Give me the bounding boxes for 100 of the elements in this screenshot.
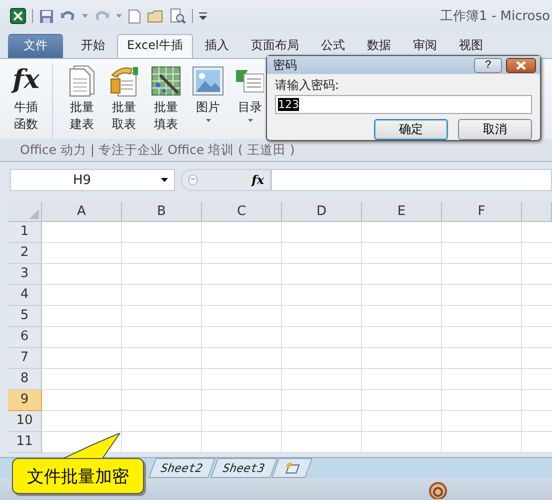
close-button[interactable] [506,58,536,72]
sheet-tab[interactable]: Sheet2 [148,458,216,478]
grid-cell[interactable] [362,243,442,264]
grid-cell[interactable] [442,222,522,243]
grid-cell[interactable] [42,306,122,327]
formula-input[interactable] [271,169,552,191]
grid-cell[interactable] [202,369,282,390]
grid-cell[interactable] [362,390,442,411]
column-header[interactable]: D [282,202,362,222]
grid-cell[interactable] [202,411,282,432]
save-icon[interactable] [39,8,54,24]
grid-cell[interactable] [282,327,362,348]
ribbon-tab[interactable]: 审阅 [402,34,447,58]
grid-cell[interactable] [42,285,122,306]
grid-cell[interactable] [282,390,362,411]
grid-cell[interactable] [442,327,522,348]
ribbon-tab[interactable]: 文件 [8,34,63,58]
grid-cell[interactable] [122,306,202,327]
dialog-button[interactable]: 确定 [374,119,448,140]
ribbon-tab[interactable]: 数据 [356,34,401,58]
grid-cell[interactable] [442,390,522,411]
grid-cell[interactable] [282,432,362,453]
grid-cell[interactable] [42,327,122,348]
grid-cell[interactable] [202,222,282,243]
grid-cell[interactable] [42,222,122,243]
grid-cell[interactable] [122,285,202,306]
grid-cell[interactable] [362,348,442,369]
ribbon-button[interactable]: 目录 [229,63,271,139]
row-header[interactable]: 7 [8,348,42,369]
customize-menu-icon[interactable] [199,12,207,20]
select-all-button[interactable] [8,202,42,222]
grid-cell[interactable] [42,243,122,264]
row-header[interactable]: 11 [8,432,42,453]
grid-cell[interactable] [442,369,522,390]
grid-cell[interactable] [282,306,362,327]
password-field[interactable]: 123 [275,95,532,114]
grid-cell[interactable] [362,327,442,348]
caret-icon[interactable] [116,14,122,18]
grid-cell[interactable] [42,411,122,432]
grid-cell[interactable] [122,390,202,411]
grid-cell[interactable] [442,348,522,369]
record-icon[interactable] [428,481,448,499]
column-header[interactable]: F [442,202,522,222]
grid-cell[interactable] [202,432,282,453]
ribbon-tab[interactable]: 开始 [71,34,115,58]
column-header[interactable] [522,202,552,222]
grid-cell[interactable] [442,411,522,432]
row-header[interactable]: 1 [8,222,42,243]
grid-cell[interactable] [202,264,282,285]
grid-cell[interactable] [122,264,202,285]
ribbon-button[interactable]: 批量 取表 [103,63,145,139]
ribbon-button[interactable]: 批量 建表 [61,63,103,139]
grid-cell[interactable] [202,243,282,264]
grid-cell[interactable] [282,411,362,432]
grid-cell[interactable] [122,222,202,243]
ribbon-tab[interactable]: 页面布局 [240,34,309,58]
grid-cell[interactable] [442,264,522,285]
column-header[interactable]: B [122,202,202,222]
ribbon-tab[interactable]: 插入 [194,34,239,58]
grid-cell[interactable] [282,222,362,243]
sheet-tab[interactable]: Sheet3 [210,458,277,478]
grid-cell[interactable] [442,285,522,306]
column-header[interactable]: A [42,202,122,222]
grid-cell[interactable] [282,348,362,369]
row-header[interactable]: 6 [8,327,42,348]
row-header[interactable]: 5 [8,306,42,327]
grid-cell[interactable] [202,390,282,411]
grid-cell[interactable] [42,348,122,369]
grid-cell[interactable] [42,390,122,411]
grid-cell[interactable] [362,411,442,432]
grid-cell[interactable] [122,369,202,390]
grid-cell[interactable] [362,222,442,243]
new-document-icon[interactable] [128,8,141,24]
row-header[interactable]: 3 [8,264,42,285]
caret-icon[interactable] [82,14,88,18]
row-header[interactable]: 4 [8,285,42,306]
ribbon-tab[interactable]: Excel牛插 [117,34,193,58]
print-preview-icon[interactable] [170,8,186,24]
row-header[interactable]: 9 [8,390,42,411]
column-header[interactable]: C [202,202,282,222]
grid-cell[interactable] [362,369,442,390]
grid-cell[interactable] [442,306,522,327]
grid-cell[interactable] [282,264,362,285]
grid-cell[interactable] [122,243,202,264]
grid-cell[interactable] [122,327,202,348]
grid-cell[interactable] [42,264,122,285]
grid-cell[interactable] [362,306,442,327]
ribbon-tab[interactable]: 公式 [310,34,355,58]
dialog-button[interactable]: 取消 [458,119,532,140]
ribbon-tab[interactable]: 视图 [448,34,493,58]
folder-icon[interactable] [147,8,164,24]
grid-cell[interactable] [42,369,122,390]
grid-cell[interactable] [202,348,282,369]
grid-cell[interactable] [202,285,282,306]
row-header[interactable]: 8 [8,369,42,390]
ribbon-button[interactable]: 图片 [187,63,229,139]
grid-cell[interactable] [282,285,362,306]
grid-cell[interactable] [442,432,522,453]
column-header[interactable]: E [362,202,442,222]
grid-cell[interactable] [362,285,442,306]
